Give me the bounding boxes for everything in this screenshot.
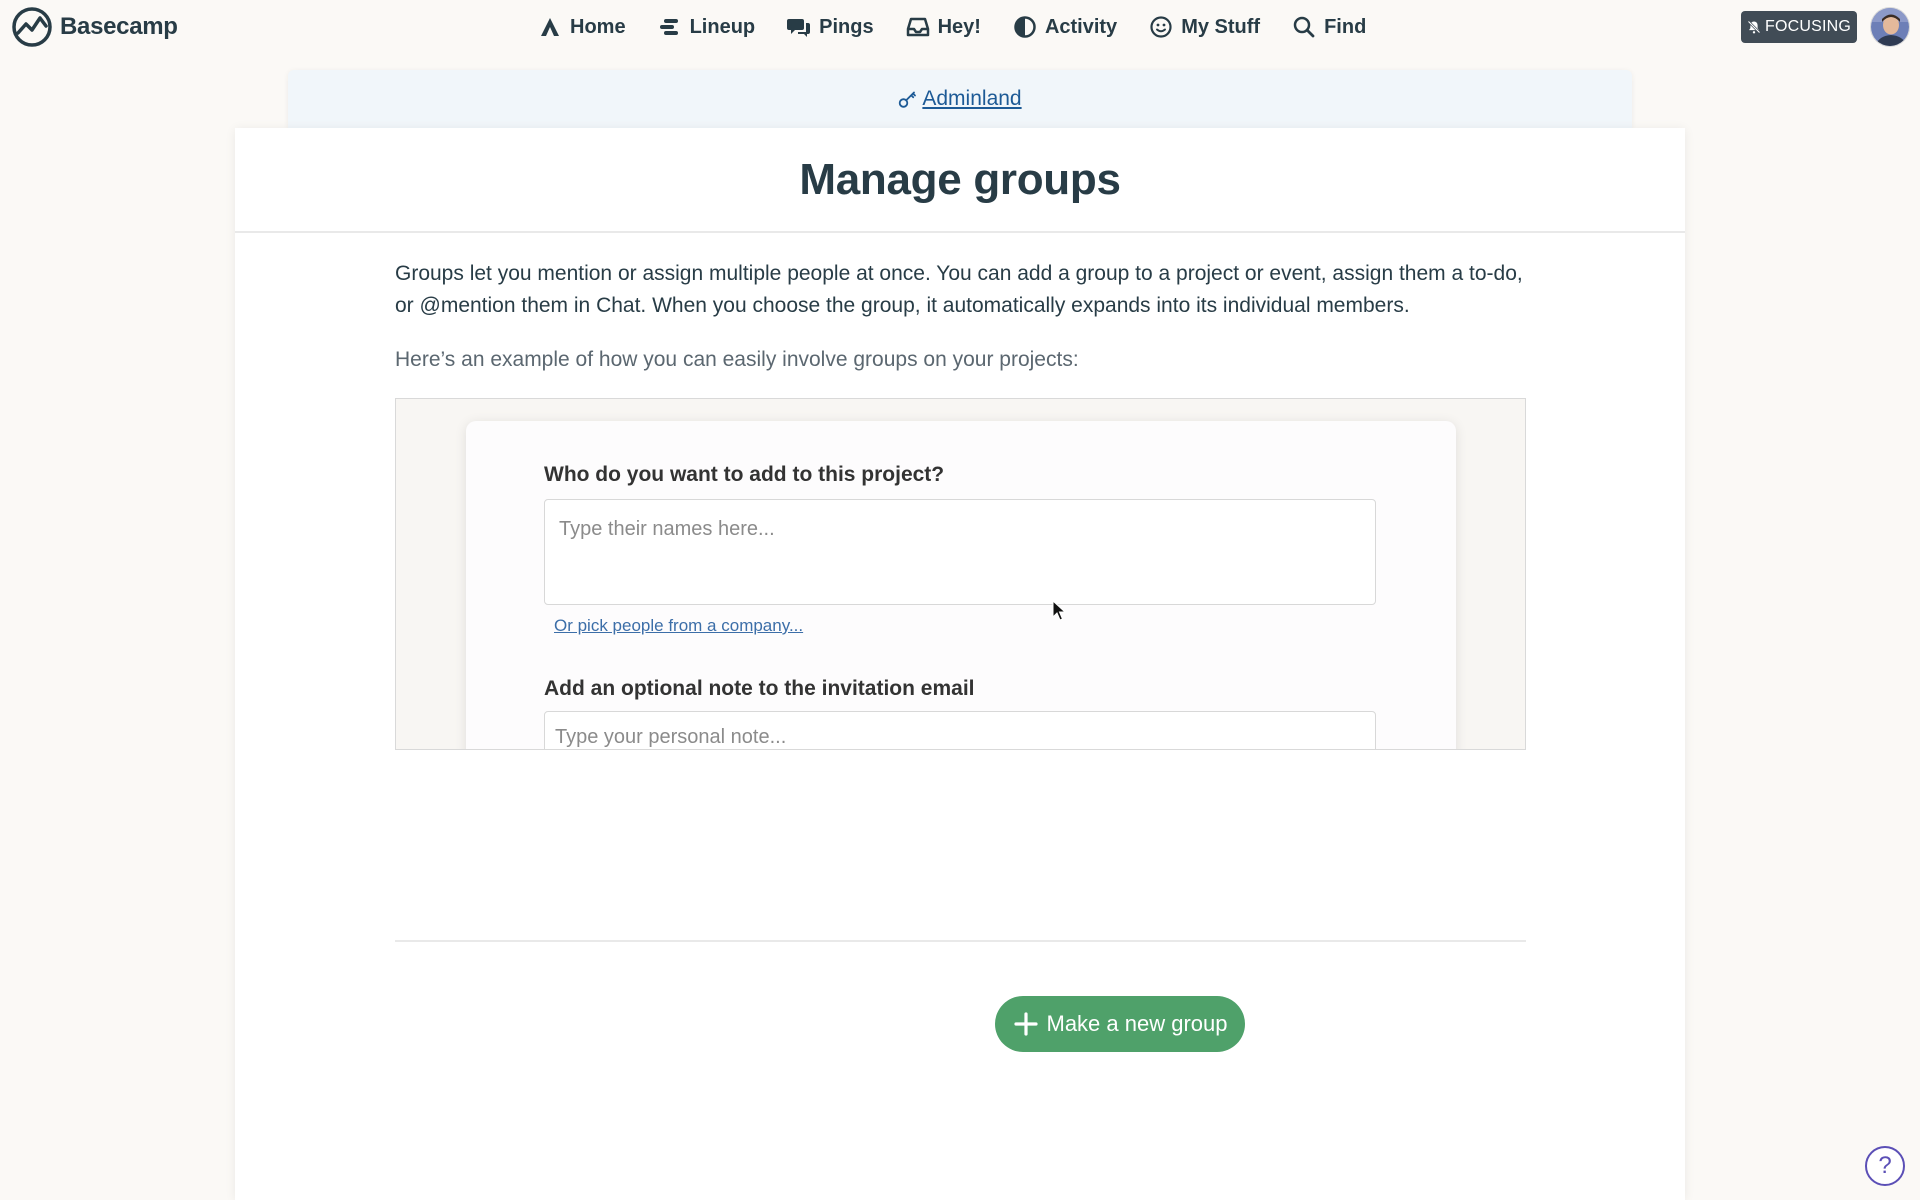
make-new-group-label: Make a new group <box>1046 1011 1228 1036</box>
section-divider <box>395 940 1526 942</box>
help-label: ? <box>1878 1152 1892 1179</box>
nav-activity[interactable]: Activity <box>1013 15 1117 39</box>
pings-icon <box>787 19 811 37</box>
bell-off-icon <box>1747 20 1761 34</box>
nav-pings-label: Pings <box>819 15 874 38</box>
focusing-badge[interactable]: FOCUSING <box>1741 11 1857 43</box>
breadcrumb: Adminland <box>288 70 1632 128</box>
nav-my-stuff-label: My Stuff <box>1181 15 1261 38</box>
nav-hey-label: Hey! <box>937 15 981 38</box>
smiley-icon <box>1150 16 1172 38</box>
page-title: Manage groups <box>799 154 1121 204</box>
example-note-input: Type your personal note... <box>544 711 1376 749</box>
nav-find[interactable]: Find <box>1292 15 1366 39</box>
nav-pings[interactable]: Pings <box>787 15 874 39</box>
nav-home-label: Home <box>570 15 626 38</box>
lineup-icon <box>659 19 678 35</box>
key-icon <box>899 91 917 108</box>
example-invite-card: Who do you want to add to this project? … <box>466 421 1456 749</box>
plus-icon <box>1013 1012 1038 1036</box>
basecamp-logo-link[interactable]: Basecamp <box>10 7 178 47</box>
home-icon <box>541 18 559 36</box>
intro-paragraph: Groups let you mention or assign multipl… <box>395 262 1523 317</box>
help-button[interactable]: ? <box>1865 1146 1905 1186</box>
user-avatar[interactable] <box>1870 7 1910 47</box>
basecamp-logo-icon <box>12 7 52 47</box>
make-new-group-button[interactable]: Make a new group <box>995 996 1245 1052</box>
nav-home[interactable]: Home <box>538 15 626 39</box>
example-screenshot: Who do you want to add to this project? … <box>395 398 1526 750</box>
example-pick-link: Or pick people from a company... <box>554 616 804 635</box>
app-name: Basecamp <box>60 13 178 40</box>
main-nav: Home Lineup Pings Hey! Activity My Stuff… <box>538 10 1366 44</box>
nav-hey[interactable]: Hey! <box>906 15 981 39</box>
nav-my-stuff[interactable]: My Stuff <box>1149 15 1260 39</box>
activity-icon <box>1014 16 1036 38</box>
nav-lineup-label: Lineup <box>689 15 756 38</box>
panel-content: Groups let you mention or assign multipl… <box>395 258 1526 1052</box>
inbox-icon <box>906 17 929 37</box>
nav-lineup[interactable]: Lineup <box>658 15 756 39</box>
top-navigation-bar: Basecamp Home Lineup Pings Hey! Activity… <box>0 0 1920 54</box>
avatar-image <box>1871 8 1909 46</box>
nav-find-label: Find <box>1324 15 1367 38</box>
focusing-label: FOCUSING <box>1764 18 1852 35</box>
search-icon <box>1293 16 1315 38</box>
mouse-cursor-icon <box>1052 600 1067 621</box>
example-names-input: Type their names here... <box>544 499 1376 605</box>
nav-activity-label: Activity <box>1044 15 1118 38</box>
panel-header: Manage groups <box>235 128 1685 233</box>
adminland-label: Adminland <box>922 87 1022 110</box>
example-intro-text: Here’s an example of how you can easily … <box>395 348 1079 371</box>
adminland-link[interactable]: Adminland <box>898 87 1022 111</box>
example-note-label: Add an optional note to the invitation e… <box>544 677 975 700</box>
example-question: Who do you want to add to this project? <box>544 463 945 486</box>
main-panel: Manage groups Groups let you mention or … <box>235 128 1685 1200</box>
